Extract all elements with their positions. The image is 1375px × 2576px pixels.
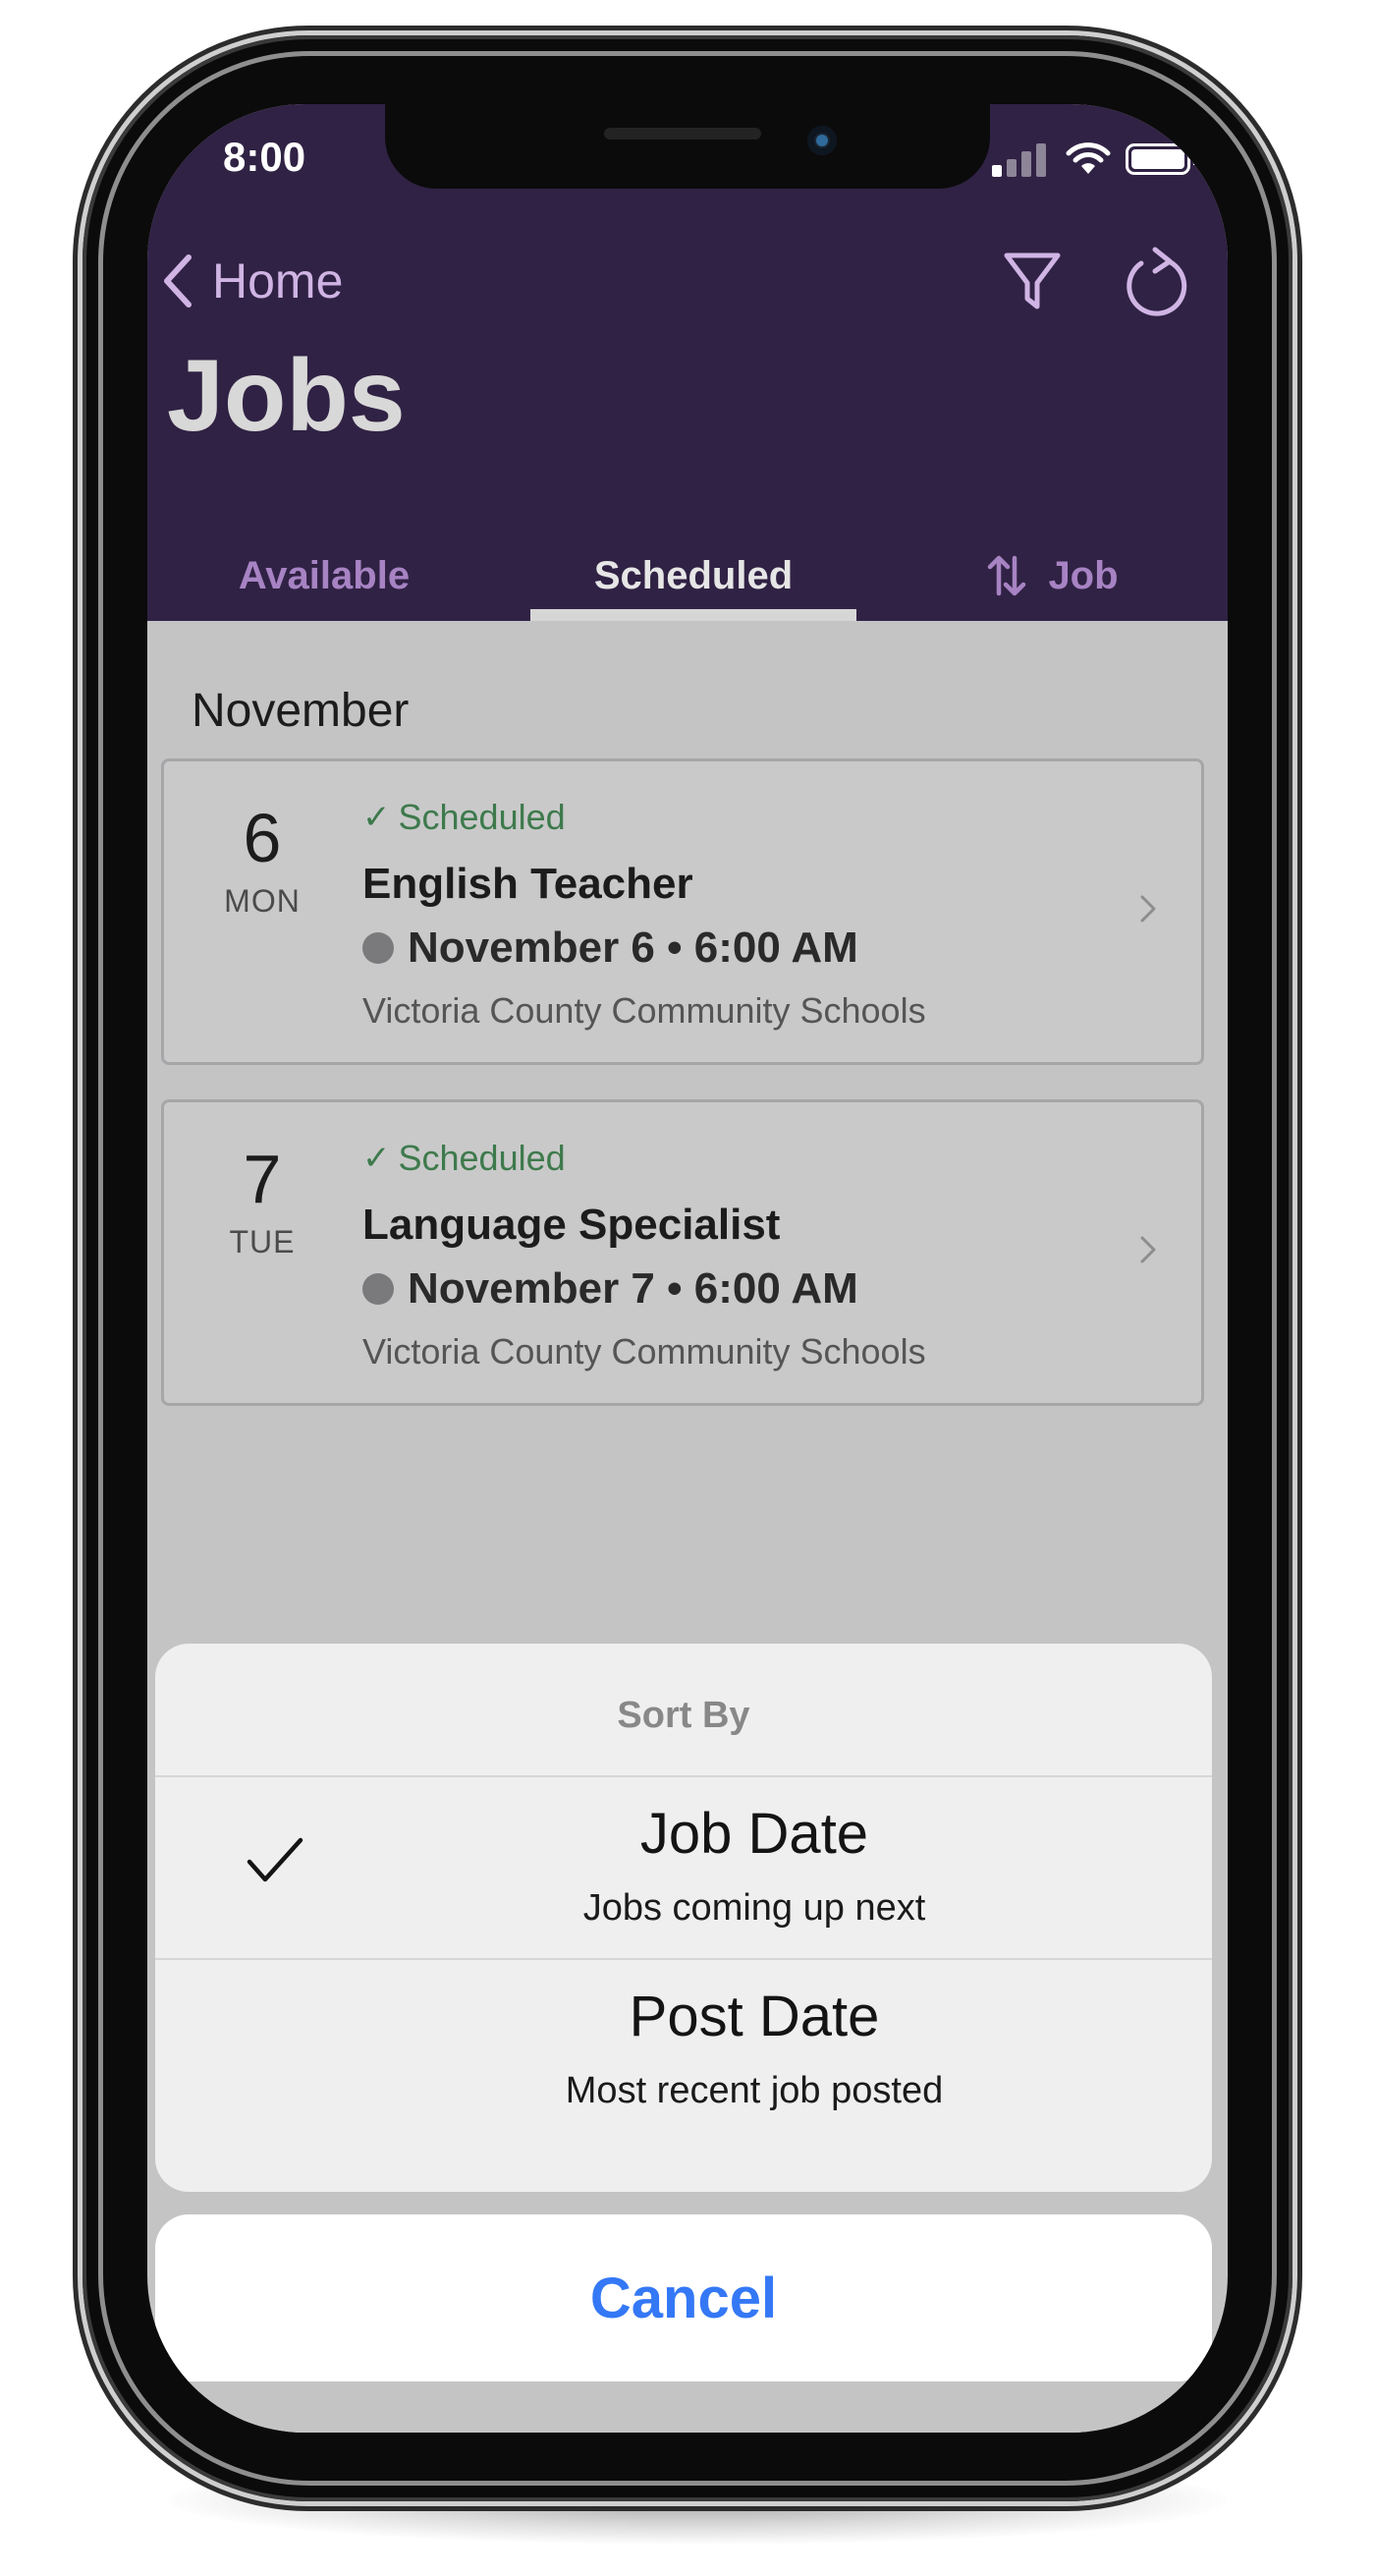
- job-school: Victoria County Community Schools: [362, 1331, 926, 1372]
- job-status-label: Scheduled: [398, 1138, 566, 1178]
- job-datetime-row: November 7 • 6:00 AM: [362, 1264, 858, 1314]
- app-header: 8:00 Home Jobs Available Scheduled Job: [147, 104, 1228, 621]
- job-card[interactable]: 7 TUE ✓ Scheduled Language Specialist No…: [161, 1099, 1204, 1406]
- tab-label: Available: [238, 553, 411, 597]
- tab-label: Scheduled: [593, 553, 794, 597]
- sort-option-subtitle: Most recent job posted: [565, 2070, 944, 2111]
- checkmark-icon: ✓: [362, 799, 391, 836]
- chevron-right-icon: [1140, 895, 1156, 923]
- job-status-label: Scheduled: [398, 797, 566, 837]
- phone-screen: 8:00 Home Jobs Available Scheduled Job N…: [147, 104, 1228, 2433]
- job-status: ✓ Scheduled: [362, 1138, 566, 1179]
- tab-label: Job: [1048, 553, 1119, 597]
- checkmark-icon: ✓: [362, 1140, 391, 1177]
- sort-action-sheet: Sort By Job Date Jobs coming up next Pos…: [155, 1644, 1212, 2192]
- chevron-left-icon: [164, 254, 192, 308]
- tab-available[interactable]: Available: [206, 538, 442, 613]
- active-tab-indicator: [530, 609, 856, 621]
- job-weekday: MON: [224, 883, 301, 919]
- job-weekday: TUE: [229, 1224, 296, 1260]
- month-header: November: [192, 685, 410, 737]
- cancel-label: Cancel: [589, 2266, 778, 2330]
- status-time: 8:00: [223, 134, 306, 180]
- sort-option-subtitle: Jobs coming up next: [582, 1887, 926, 1929]
- job-card[interactable]: 6 MON ✓ Scheduled English Teacher Novemb…: [161, 758, 1204, 1065]
- job-day-number: 7: [243, 1141, 282, 1217]
- sort-option-post-date[interactable]: Post Date Most recent job posted: [155, 1960, 1212, 2141]
- battery-tip: [1193, 153, 1198, 165]
- job-datetime: November 7 • 6:00 AM: [408, 1264, 858, 1313]
- job-school: Victoria County Community Schools: [362, 990, 926, 1031]
- sort-option-job-date[interactable]: Job Date Jobs coming up next: [155, 1777, 1212, 1958]
- cancel-button[interactable]: Cancel: [155, 2214, 1212, 2381]
- home-indicator-area: [147, 2381, 1228, 2433]
- tab-sort-job[interactable]: Job: [945, 538, 1161, 613]
- battery-icon: [1126, 143, 1190, 175]
- job-title: Language Specialist: [362, 1201, 781, 1249]
- page-title: Jobs: [167, 339, 406, 453]
- front-camera: [807, 126, 837, 155]
- status-dot-icon: [362, 1273, 394, 1305]
- job-day-number: 6: [243, 800, 282, 876]
- filter-icon[interactable]: [1002, 250, 1063, 314]
- status-dot-icon: [362, 932, 394, 964]
- sort-option-title: Job Date: [639, 1802, 869, 1866]
- wifi-icon: [1066, 142, 1111, 174]
- job-datetime: November 6 • 6:00 AM: [408, 924, 858, 972]
- speaker-grille: [604, 128, 761, 140]
- checkmark-icon: [247, 1837, 303, 1882]
- back-button[interactable]: Home: [159, 247, 343, 315]
- job-status: ✓ Scheduled: [362, 797, 566, 838]
- chevron-right-icon: [1140, 1236, 1156, 1263]
- sort-arrows-icon: [988, 555, 1026, 596]
- sort-option-title: Post Date: [629, 1985, 880, 2048]
- notch: [385, 104, 990, 189]
- back-label: Home: [212, 253, 344, 308]
- tab-scheduled[interactable]: Scheduled: [530, 538, 856, 613]
- job-datetime-row: November 6 • 6:00 AM: [362, 924, 858, 973]
- refresh-icon[interactable]: [1124, 246, 1192, 318]
- job-title: English Teacher: [362, 860, 693, 908]
- sort-sheet-title: Sort By: [617, 1695, 750, 1736]
- cellular-signal-icon: [992, 141, 1049, 177]
